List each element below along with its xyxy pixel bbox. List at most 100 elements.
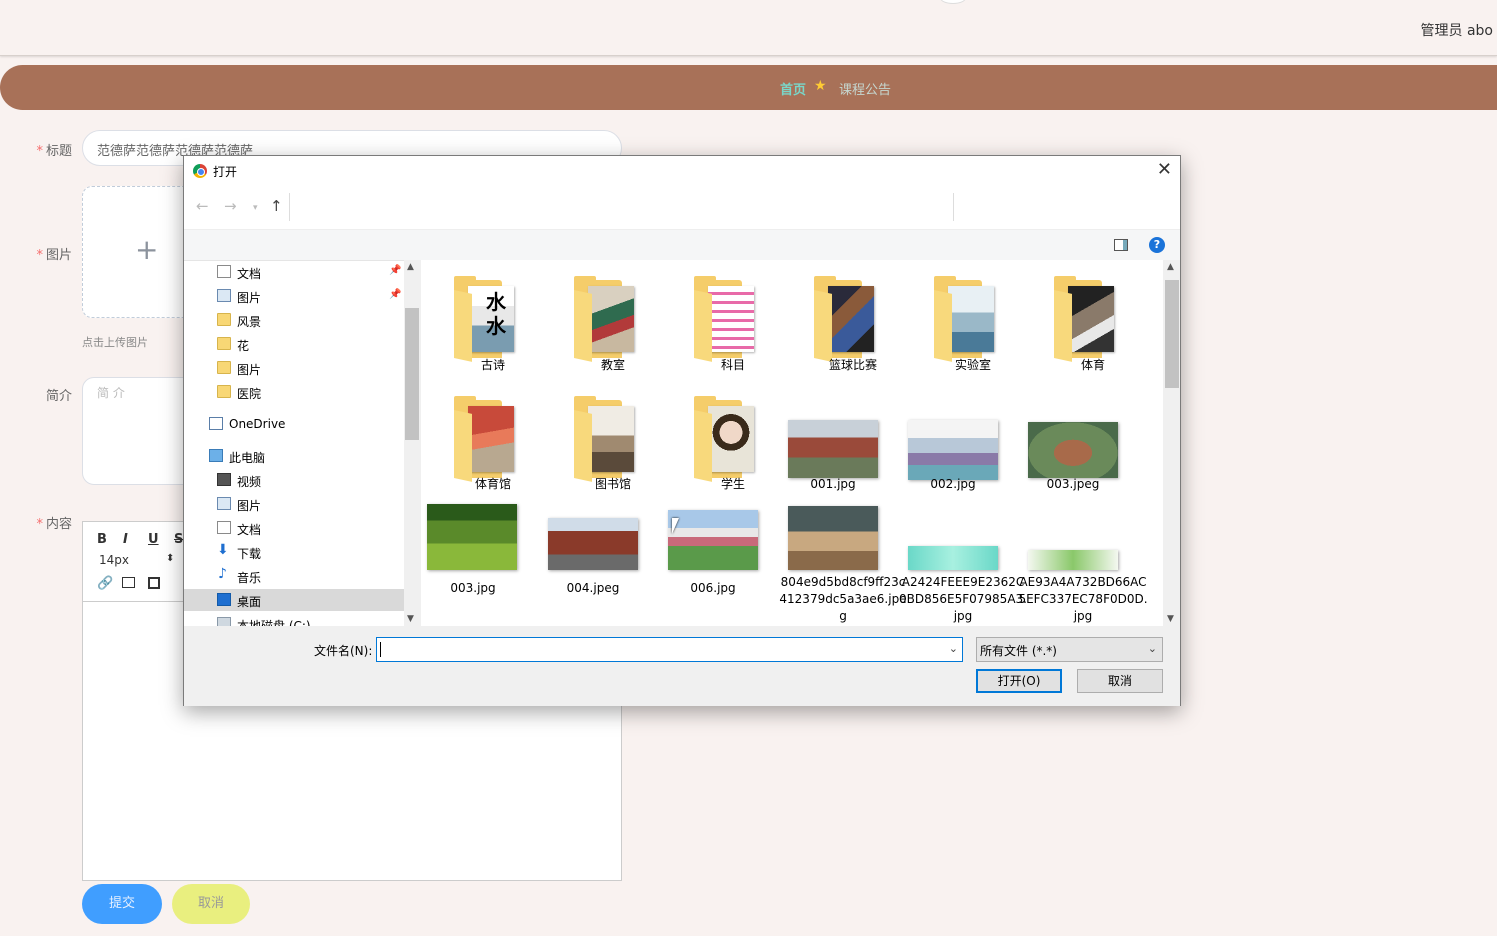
nav-item-label: 图片 [237, 363, 262, 377]
nav-item-scenery[interactable]: 风景 [184, 309, 404, 331]
nav-item-documents[interactable]: 文档 [184, 517, 404, 539]
nav-item-desktop[interactable]: 桌面 [184, 589, 404, 611]
back-arrow-icon[interactable]: ← [196, 197, 209, 215]
scroll-down-icon[interactable]: ▼ [407, 614, 414, 624]
image-tile[interactable]: 004.jpeg [548, 502, 668, 617]
file-name: AE93A4A732BD66AC5EFC337EC78F0D0D.jpg [1018, 575, 1148, 623]
nav-item-pictures-folder[interactable]: 图片 [184, 357, 404, 379]
star-icon: ★ [814, 78, 827, 94]
dialog-footer: 文件名(N): ⌄ 所有文件 (*.*) ⌄ 打开(O) 取消 [184, 626, 1180, 706]
image-label: * 图片 [32, 244, 72, 263]
folder-tile[interactable]: 图书馆 [558, 382, 668, 497]
nav-item-documents-quick[interactable]: 文档 📌 [184, 261, 404, 283]
close-icon[interactable]: ✕ [1157, 159, 1172, 180]
image-tile[interactable]: 006.jpg [668, 502, 788, 617]
font-size-select[interactable]: 14px [99, 553, 129, 567]
file-name: 教室 [600, 358, 625, 372]
font-size-stepper-icon[interactable]: ⬍ [166, 553, 174, 564]
dialog-titlebar: 打开 ✕ [184, 156, 1180, 187]
title-label-text: 标题 [45, 144, 72, 159]
folder-icon [1054, 276, 1114, 362]
folder-tile[interactable]: 教室 [558, 262, 668, 377]
nav-item-videos[interactable]: 视频 [184, 469, 404, 491]
open-button[interactable]: 打开(O) [976, 669, 1062, 693]
disk-icon [217, 617, 231, 626]
image-tile[interactable]: 001.jpg [788, 382, 908, 497]
folder-tile[interactable]: 科目 [678, 262, 788, 377]
video-insert-icon[interactable] [148, 577, 160, 589]
nav-item-label: 图片 [237, 291, 262, 305]
filename-input[interactable]: ⌄ [376, 637, 963, 662]
submit-button[interactable]: 提交 [82, 884, 162, 924]
scroll-up-icon[interactable]: ▲ [407, 262, 414, 272]
image-tile[interactable]: 002.jpg [908, 382, 1028, 497]
link-icon[interactable]: 🔗 [97, 576, 113, 591]
folder-tile[interactable]: 实验室 [918, 262, 1028, 377]
nav-pane-scrollbar[interactable]: ▲ ▼ [404, 260, 420, 626]
nav-item-this-pc[interactable]: 此电脑 [184, 445, 404, 467]
folder-tile[interactable]: 体育馆 [438, 382, 548, 497]
nav-course-notice-link[interactable]: 课程公告 [839, 79, 891, 98]
image-tile[interactable]: AE93A4A732BD66AC5EFC337EC78F0D0D.jpg [1018, 502, 1148, 623]
header-toggle-knob[interactable] [940, 0, 966, 4]
required-mark: * [36, 248, 43, 263]
folder-icon: 水水 [454, 276, 514, 362]
file-name: 003.jpg [450, 581, 496, 595]
folder-icon [694, 276, 754, 362]
help-icon[interactable]: ? [1149, 237, 1165, 253]
required-mark: * [36, 144, 43, 159]
image-tile[interactable]: 003.jpg [427, 502, 548, 617]
file-name: 001.jpg [810, 477, 856, 491]
folder-tile[interactable]: 体育 [1038, 262, 1148, 377]
image-thumbnail [1028, 550, 1118, 570]
nav-item-label: 本地磁盘 (C:) [237, 619, 311, 626]
image-thumbnail [908, 420, 998, 480]
file-open-dialog: 打开 ✕ ← → ▾ ↑ ? 文档 📌 图片 📌 风景 花 图片 医院 OneDri… [183, 155, 1181, 706]
forward-arrow-icon[interactable]: → [224, 197, 237, 215]
mouse-cursor-icon [672, 518, 679, 534]
document-icon [217, 265, 231, 278]
nav-item-onedrive[interactable]: OneDrive [184, 413, 404, 435]
image-tile[interactable]: A2424FEEE9E2362C0BD856E5F07985A3.jpg [899, 502, 1028, 623]
filetype-select[interactable]: 所有文件 (*.*) ⌄ [976, 637, 1163, 662]
nav-home-link[interactable]: 首页 [780, 79, 806, 98]
image-thumbnail [788, 420, 878, 478]
folder-tile[interactable]: 水水 古诗 [438, 262, 548, 377]
nav-item-pictures[interactable]: 图片 [184, 493, 404, 515]
image-tile[interactable]: 003.jpeg [1028, 382, 1148, 497]
dialog-cancel-button[interactable]: 取消 [1077, 669, 1163, 693]
scroll-thumb[interactable] [1165, 280, 1179, 388]
file-name: 图书馆 [594, 477, 631, 491]
nav-item-local-disk[interactable]: 本地磁盘 (C:) [184, 613, 404, 626]
strike-icon[interactable]: S [174, 532, 183, 547]
cancel-button[interactable]: 取消 [172, 884, 250, 924]
up-arrow-icon[interactable]: ↑ [270, 197, 283, 215]
nav-item-flowers[interactable]: 花 [184, 333, 404, 355]
nav-item-downloads[interactable]: ⬇ 下载 [184, 541, 404, 563]
image-tile[interactable]: 804e9d5bd8cf9ff23c412379dc5a3ae6.jpeg [779, 502, 908, 623]
nav-item-label: 图片 [237, 499, 262, 513]
folder-tile[interactable]: 学生 [678, 382, 788, 497]
nav-item-pictures-quick[interactable]: 图片 📌 [184, 285, 404, 307]
preview-pane-icon[interactable] [1114, 239, 1128, 251]
pin-icon: 📌 [389, 289, 402, 300]
file-list-scrollbar[interactable]: ▲ ▼ [1164, 260, 1180, 626]
chevron-down-icon[interactable]: ⌄ [949, 642, 958, 655]
folder-icon [814, 276, 874, 362]
nav-item-music[interactable]: ♪ 音乐 [184, 565, 404, 587]
folder-tile[interactable]: 篮球比赛 [798, 262, 908, 377]
music-icon: ♪ [218, 566, 227, 582]
nav-item-hospital[interactable]: 医院 [184, 381, 404, 403]
recent-dropdown-icon[interactable]: ▾ [253, 203, 258, 213]
bold-icon[interactable]: B [97, 532, 107, 547]
scroll-thumb[interactable] [405, 308, 419, 440]
underline-icon[interactable]: U [148, 532, 159, 547]
image-insert-icon[interactable] [122, 577, 135, 588]
chrome-icon [193, 164, 207, 178]
scroll-down-icon[interactable]: ▼ [1167, 614, 1174, 624]
scroll-up-icon[interactable]: ▲ [1167, 262, 1174, 272]
italic-icon[interactable]: I [123, 532, 128, 547]
chevron-down-icon: ⌄ [1147, 642, 1157, 655]
admin-user-label[interactable]: 管理员 abo [1421, 20, 1493, 40]
intro-label: 简介 [45, 389, 72, 404]
